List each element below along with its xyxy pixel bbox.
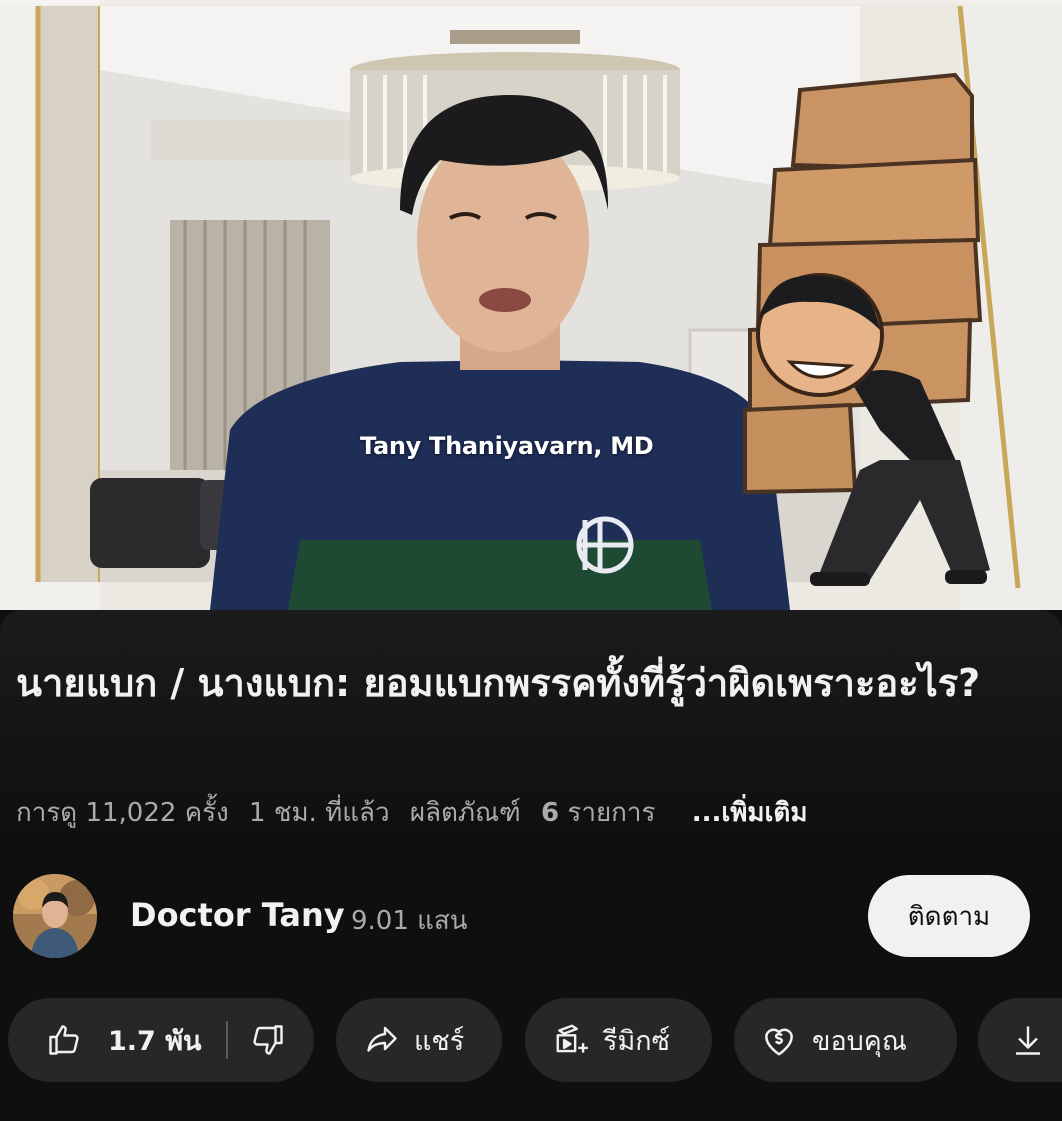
- video-meta-row[interactable]: การดู 11,022 ครั้ง 1 ชม. ที่แล้ว ผลิตภัณ…: [16, 792, 1046, 833]
- download-icon: [1010, 1022, 1046, 1058]
- action-bar: 1.7 พัน แชร์ รีมิกซ์ ขอบคุณ: [0, 998, 1062, 1084]
- avatar-image: [13, 874, 97, 958]
- video-title[interactable]: นายแบก / นางแบก: ยอมแบกพรรคทั้งที่รู้ว่า…: [16, 652, 1016, 714]
- products-count: 6: [541, 798, 560, 828]
- subscribe-button[interactable]: ติดตาม: [868, 875, 1030, 957]
- video-watch-page: Tany Thaniyavarn, MD นายแบก / นางแบก: ยอ…: [0, 0, 1062, 1121]
- video-info-panel: นายแบก / นางแบก: ยอมแบกพรรคทั้งที่รู้ว่า…: [0, 610, 1062, 1121]
- publish-time: 1 ชม. ที่แล้ว: [249, 798, 390, 828]
- share-arrow-icon: [364, 1022, 400, 1058]
- remix-icon: [553, 1021, 591, 1059]
- products-suffix: รายการ: [567, 798, 656, 828]
- view-count: การดู 11,022 ครั้ง: [16, 798, 229, 828]
- video-overlay-caption: Tany Thaniyavarn, MD: [360, 432, 654, 460]
- remix-label: รีมิกซ์: [603, 1025, 670, 1057]
- video-progress-bar[interactable]: [0, 0, 1062, 4]
- like-count[interactable]: 1.7 พัน: [108, 1019, 202, 1062]
- heart-dollar-icon: [760, 1021, 798, 1059]
- download-button[interactable]: [978, 998, 1062, 1082]
- share-button[interactable]: แชร์: [336, 998, 502, 1082]
- video-frame: [0, 0, 1062, 610]
- remix-button[interactable]: รีมิกซ์: [525, 998, 712, 1082]
- thumb-down-icon[interactable]: [250, 1022, 286, 1058]
- share-label: แชร์: [414, 1025, 465, 1057]
- like-divider: [225, 1021, 228, 1059]
- thanks-label: ขอบคุณ: [812, 1025, 907, 1057]
- products-info: ผลิตภัณฑ์ 6 รายการ: [410, 798, 668, 828]
- subscriber-count: 9.01 แสน: [351, 906, 468, 936]
- channel-row: Doctor Tany 9.01 แสน ติดตาม: [0, 872, 1062, 962]
- thumb-up-icon[interactable]: [46, 1022, 82, 1058]
- like-dislike-group: 1.7 พัน: [8, 998, 314, 1082]
- channel-name[interactable]: Doctor Tany: [130, 896, 345, 934]
- avatar[interactable]: [13, 874, 97, 958]
- products-label: ผลิตภัณฑ์: [409, 798, 521, 828]
- more-description-link[interactable]: ...เพิ่มเติม: [692, 798, 808, 828]
- video-player[interactable]: Tany Thaniyavarn, MD: [0, 0, 1062, 610]
- thanks-button[interactable]: ขอบคุณ: [734, 998, 957, 1082]
